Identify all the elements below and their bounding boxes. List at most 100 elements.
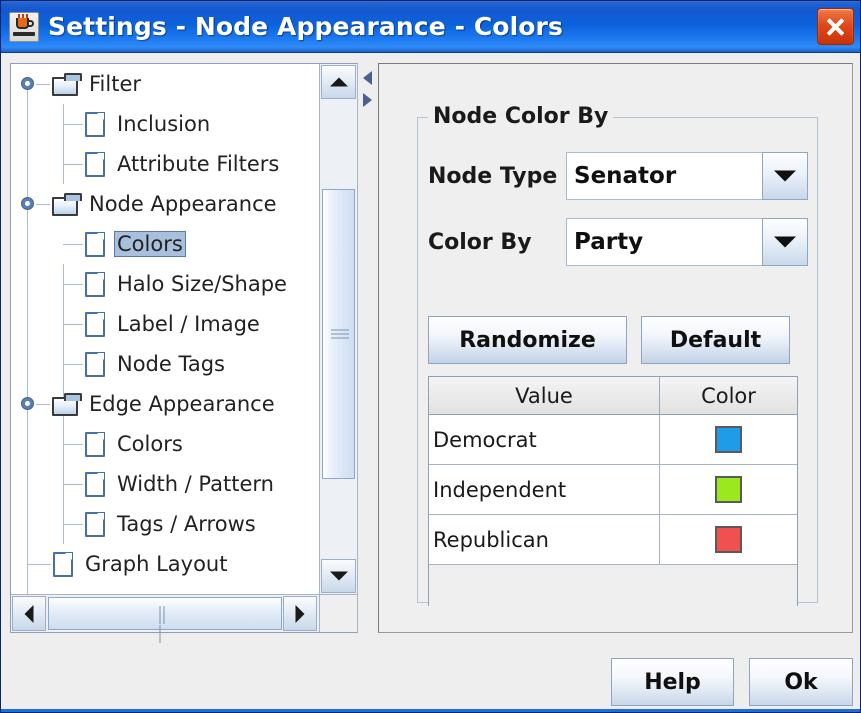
tree-item-label: Graph Layout [85, 552, 228, 576]
tree-vertical-scrollbar[interactable] [319, 64, 357, 594]
window-bottom-accent [1, 709, 860, 712]
hscroll-thumb[interactable] [48, 597, 282, 643]
color-swatch[interactable] [715, 476, 742, 503]
folder-icon [52, 392, 82, 416]
group-title: Node Color By [428, 104, 614, 129]
collapse-left-icon[interactable] [363, 71, 372, 85]
tree-item-label: Edge Appearance [89, 392, 275, 416]
value-color-table[interactable]: Value Color Democrat Independent Republi… [428, 376, 798, 617]
split-pane: Filter Inclusion Attribute Filters Node … [10, 63, 853, 643]
color-swatch[interactable] [715, 426, 742, 453]
tree-connector [63, 524, 83, 525]
color-by-value: Party [566, 218, 762, 266]
node-color-by-panel: Node Color By Node Type Senator Color By [378, 63, 853, 633]
tree-item-attribute-filters[interactable]: Attribute Filters [11, 144, 319, 184]
tree-item-width-pattern[interactable]: Width / Pattern [11, 464, 319, 504]
tree-item-edge-colors[interactable]: Colors [11, 424, 319, 464]
table-row[interactable]: Democrat [429, 415, 797, 465]
column-header-value[interactable]: Value [429, 377, 660, 414]
tree-connector [36, 84, 50, 85]
help-button[interactable]: Help [611, 658, 734, 706]
close-icon[interactable] [817, 8, 854, 45]
document-icon [85, 431, 105, 457]
node-type-row: Node Type Senator [428, 152, 809, 200]
settings-tree[interactable]: Filter Inclusion Attribute Filters Node … [11, 64, 319, 594]
tree-item-label: Width / Pattern [117, 472, 274, 496]
split-pane-divider[interactable] [360, 63, 378, 633]
document-icon [85, 151, 105, 177]
column-header-color[interactable]: Color [660, 377, 797, 414]
tree-connector [63, 164, 83, 165]
document-icon [53, 551, 73, 577]
default-button[interactable]: Default [641, 316, 790, 364]
scroll-down-button[interactable] [321, 559, 356, 593]
table-cell-value: Democrat [429, 415, 660, 464]
table-cell-color[interactable] [660, 465, 797, 514]
chevron-down-icon[interactable] [762, 218, 808, 266]
tree-item-tags-arrows[interactable]: Tags / Arrows [11, 504, 319, 544]
tree-item-node-colors[interactable]: Colors [11, 224, 319, 264]
node-color-by-group: Node Color By Node Type Senator Color By [417, 104, 818, 617]
tree-item-node-appearance[interactable]: Node Appearance [11, 184, 319, 224]
vscroll-thumb[interactable] [322, 189, 355, 479]
tree-item-label: Inclusion [117, 112, 211, 136]
color-by-combobox[interactable]: Party [566, 218, 808, 266]
tree-connector [63, 364, 83, 365]
settings-dialog-window: Settings - Node Appearance - Colors Filt… [0, 0, 861, 713]
tree-connector [63, 284, 83, 285]
java-coffee-cup-icon [9, 11, 39, 42]
tree-item-label-selected: Colors [114, 231, 186, 257]
expand-handle-icon[interactable] [21, 197, 34, 210]
tree-item-graph-layout[interactable]: Graph Layout [11, 544, 319, 584]
grip-icon [159, 606, 171, 643]
tree-item-node-tags[interactable]: Node Tags [11, 344, 319, 384]
scroll-up-button[interactable] [321, 65, 356, 99]
tree-item-label: Label / Image [117, 312, 260, 336]
document-icon [85, 111, 105, 137]
tree-connector [36, 404, 50, 405]
table-row[interactable]: Republican [429, 515, 797, 565]
scroll-right-button[interactable] [283, 596, 317, 631]
tree-item-inclusion[interactable]: Inclusion [11, 104, 319, 144]
folder-icon [52, 192, 82, 216]
color-swatch[interactable] [715, 526, 742, 553]
tree-item-label: Halo Size/Shape [117, 272, 287, 296]
node-type-label: Node Type [428, 163, 558, 189]
node-type-combobox[interactable]: Senator [566, 152, 808, 200]
node-type-value: Senator [566, 152, 762, 200]
tree-item-halo-size-shape[interactable]: Halo Size/Shape [11, 264, 319, 304]
tree-connector [63, 444, 83, 445]
dialog-button-bar: Help Ok [1, 650, 860, 712]
tree-connector [63, 484, 83, 485]
document-icon [85, 311, 105, 337]
tree-horizontal-scrollbar[interactable] [11, 594, 319, 643]
tree-item-label-image[interactable]: Label / Image [11, 304, 319, 344]
tree-connector [36, 204, 50, 205]
document-icon [85, 471, 105, 497]
tree-item-label: Node Appearance [89, 192, 277, 216]
tree-connector [63, 124, 83, 125]
tree-item-edge-appearance[interactable]: Edge Appearance [11, 384, 319, 424]
dialog-content: Filter Inclusion Attribute Filters Node … [1, 53, 860, 712]
document-icon [85, 511, 105, 537]
table-cell-value: Independent [429, 465, 660, 514]
ok-button[interactable]: Ok [749, 658, 853, 706]
table-cell-color[interactable] [660, 515, 797, 564]
scroll-left-button[interactable] [12, 596, 46, 631]
tree-item-label: Filter [89, 72, 142, 96]
table-row[interactable]: Independent [429, 465, 797, 515]
collapse-right-icon[interactable] [363, 93, 372, 107]
randomize-button[interactable]: Randomize [428, 316, 627, 364]
tree-item-label: Node Tags [117, 352, 225, 376]
color-by-label: Color By [428, 229, 532, 255]
expand-handle-icon[interactable] [21, 397, 34, 410]
triangle-up-icon [329, 77, 348, 87]
document-icon [85, 231, 105, 257]
table-cell-color[interactable] [660, 415, 797, 464]
chevron-down-icon[interactable] [762, 152, 808, 200]
triangle-down-icon [329, 571, 348, 581]
tree-item-filter[interactable]: Filter [11, 64, 319, 104]
folder-icon [52, 72, 82, 96]
expand-handle-icon[interactable] [21, 77, 34, 90]
scrollbar-corner [319, 594, 357, 632]
